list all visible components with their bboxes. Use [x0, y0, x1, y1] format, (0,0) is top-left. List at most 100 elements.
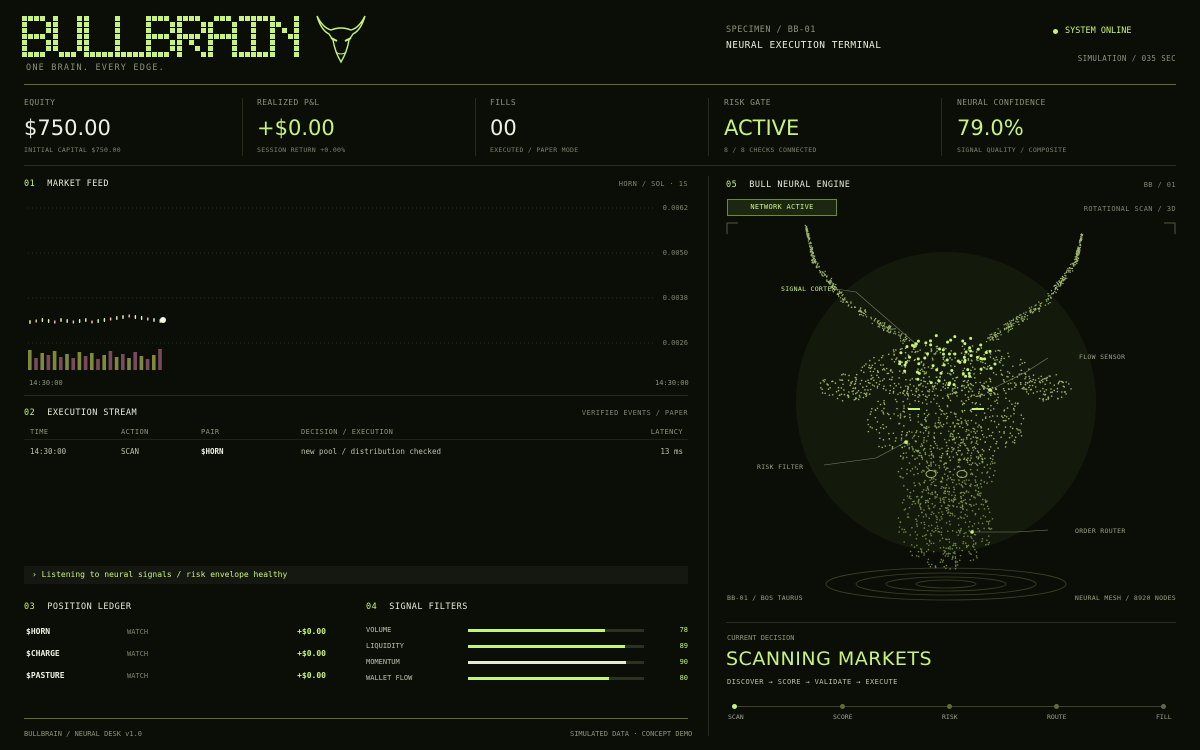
- mesh-node: [860, 313, 862, 316]
- mesh-node: [984, 350, 988, 354]
- mesh-node: [1003, 430, 1005, 433]
- ground-ring: [885, 576, 1007, 592]
- mesh-node: [970, 463, 973, 466]
- mesh-node: [962, 542, 964, 545]
- mesh-node: [854, 392, 857, 395]
- mesh-node: [916, 520, 918, 522]
- mesh-node: [961, 345, 964, 348]
- mesh-node: [894, 328, 896, 330]
- mesh-node: [964, 374, 968, 378]
- mesh-node: [852, 390, 855, 392]
- mesh-node: [897, 393, 899, 395]
- mesh-node: [859, 309, 861, 311]
- mesh-node: [1059, 277, 1062, 280]
- mesh-node: [939, 519, 941, 521]
- mesh-node: [869, 413, 872, 416]
- mesh-node: [918, 505, 921, 507]
- mesh-node: [1067, 267, 1069, 270]
- mesh-node: [931, 491, 933, 494]
- mesh-node: [963, 348, 966, 350]
- mesh-node: [888, 413, 890, 416]
- mesh-node: [862, 371, 865, 374]
- mesh-node: [1010, 382, 1012, 384]
- mesh-node: [909, 379, 912, 381]
- mesh-node: [893, 350, 895, 353]
- market-feed-chart[interactable]: [24, 196, 688, 374]
- mesh-node: [904, 415, 906, 418]
- pipeline-node-score: [840, 704, 845, 709]
- mesh-node: [987, 507, 990, 510]
- mesh-node: [909, 470, 912, 472]
- mesh-node: [914, 394, 916, 397]
- mesh-node: [980, 427, 982, 429]
- mesh-node: [898, 331, 900, 333]
- volume-bar: [59, 357, 63, 370]
- row-pair[interactable]: $HORN: [201, 447, 224, 456]
- mesh-node: [948, 500, 951, 503]
- logo-pixel: [288, 34, 293, 39]
- mesh-node: [1026, 314, 1029, 317]
- mesh-node: [878, 432, 881, 434]
- mesh-node: [931, 357, 934, 360]
- ledger-row-charge[interactable]: $CHARGE WATCH +$0.00: [24, 646, 328, 666]
- mesh-node: [982, 450, 985, 452]
- mesh-node: [1067, 269, 1070, 271]
- mesh-node: [1008, 436, 1011, 439]
- mesh-node: [926, 414, 929, 417]
- row-latency: 13 ms: [660, 447, 683, 456]
- bull-neural-mesh[interactable]: [726, 222, 1176, 612]
- mesh-node: [949, 546, 951, 548]
- logo-pixel: [84, 16, 89, 21]
- mesh-node: [961, 481, 964, 483]
- mesh-node: [871, 407, 873, 410]
- ledger-row-horn[interactable]: $HORN WATCH +$0.00: [24, 624, 328, 644]
- mesh-node: [1032, 392, 1035, 394]
- mesh-node: [1021, 362, 1024, 365]
- mesh-node: [959, 466, 961, 468]
- mesh-node: [990, 404, 992, 407]
- mesh-node: [984, 441, 987, 443]
- mesh-node: [945, 567, 947, 570]
- mesh-node: [1065, 271, 1067, 274]
- mesh-node: [823, 272, 825, 274]
- mesh-node: [981, 461, 984, 464]
- mesh-node: [912, 490, 915, 492]
- mesh-node: [933, 432, 936, 434]
- mesh-node: [915, 523, 918, 525]
- mesh-node: [812, 261, 814, 263]
- mesh-node: [1013, 322, 1015, 325]
- mesh-node: [967, 525, 970, 528]
- mesh-node: [1004, 426, 1007, 428]
- mesh-node: [1061, 279, 1064, 281]
- mesh-node: [897, 414, 899, 417]
- ledger-row-pasture[interactable]: $PASTURE WATCH +$0.00: [24, 668, 328, 688]
- logo-pixel: [133, 52, 138, 57]
- price-point: [103, 319, 106, 321]
- mesh-node: [943, 438, 946, 441]
- mesh-node: [970, 452, 973, 454]
- mesh-node: [954, 387, 956, 390]
- mesh-node: [900, 437, 903, 440]
- mesh-node: [942, 559, 945, 562]
- mesh-node: [989, 528, 991, 531]
- mesh-node: [1045, 299, 1047, 301]
- mesh-node: [942, 363, 946, 367]
- mesh-node: [966, 509, 968, 511]
- mesh-node: [943, 466, 946, 468]
- mesh-node: [857, 398, 860, 401]
- logo-pixel: [77, 46, 82, 51]
- mesh-node: [953, 335, 957, 339]
- filter-name: MOMENTUM: [366, 658, 400, 666]
- mesh-node: [871, 384, 874, 386]
- mesh-node: [857, 310, 860, 313]
- network-active-badge[interactable]: NETWORK ACTIVE: [727, 199, 837, 216]
- mesh-node: [1061, 275, 1064, 278]
- logo-pixel: [263, 52, 268, 57]
- mesh-node: [899, 386, 902, 389]
- mesh-node: [989, 467, 991, 470]
- mesh-node: [974, 533, 977, 536]
- mesh-node: [1028, 310, 1031, 312]
- mesh-node: [923, 481, 926, 484]
- mesh-node: [864, 314, 867, 316]
- row-time: 14:30:00: [30, 447, 67, 456]
